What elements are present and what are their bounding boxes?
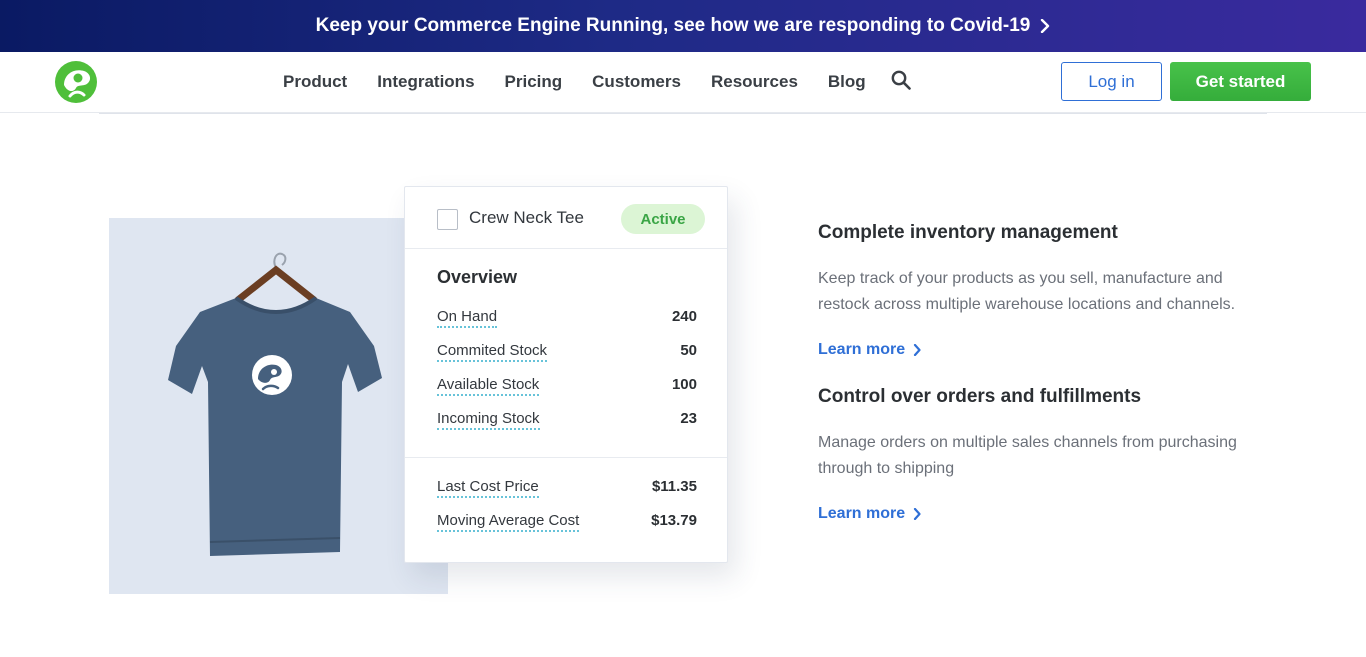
chevron-right-icon [914, 344, 921, 356]
cost-row-moving-average-cost: Moving Average Cost $13.79 [437, 512, 697, 534]
feature-title-orders: Control over orders and fulfillments [818, 386, 1142, 407]
card-header: Crew Neck Tee Active [405, 187, 727, 249]
overview-title: Overview [437, 267, 518, 287]
learn-more-orders-link[interactable]: Learn more [818, 505, 921, 523]
chevron-right-icon [1041, 19, 1050, 33]
stat-label[interactable]: Commited Stock [437, 342, 548, 362]
nav-link-integrations[interactable]: Integrations [377, 72, 474, 92]
stat-label[interactable]: Incoming Stock [437, 410, 540, 430]
feature-description-inventory: Keep track of your products as you sell,… [818, 270, 1236, 313]
feature-description-orders: Manage orders on multiple sales channels… [818, 434, 1237, 477]
learn-more-label: Learn more [818, 505, 906, 522]
learn-more-inventory-link[interactable]: Learn more [818, 341, 921, 359]
stat-value: 23 [680, 410, 697, 427]
cost-value: $11.35 [651, 478, 697, 495]
cost-label[interactable]: Last Cost Price [437, 478, 539, 498]
top-navigation: Product Integrations Pricing Customers R… [0, 52, 1366, 113]
stat-row-committed-stock: Commited Stock 50 [437, 342, 697, 364]
header-divider [99, 113, 1267, 114]
search-icon[interactable] [891, 70, 911, 90]
nav-links: Product Integrations Pricing Customers R… [283, 52, 896, 112]
stat-row-incoming-stock: Incoming Stock 23 [437, 410, 697, 432]
nav-link-resources[interactable]: Resources [711, 72, 798, 92]
stat-label[interactable]: Available Stock [437, 376, 540, 396]
nav-link-product[interactable]: Product [283, 72, 347, 92]
learn-more-label: Learn more [818, 341, 906, 358]
nav-link-blog[interactable]: Blog [828, 72, 866, 92]
chevron-right-icon [914, 508, 921, 520]
inventory-card: Crew Neck Tee Active Overview On Hand 24… [404, 186, 728, 563]
stat-row-on-hand: On Hand 240 [437, 308, 697, 330]
status-badge: Active [621, 204, 705, 234]
product-name: Crew Neck Tee [469, 208, 584, 227]
nav-link-pricing[interactable]: Pricing [505, 72, 563, 92]
card-divider [405, 457, 727, 458]
login-button[interactable]: Log in [1061, 62, 1162, 101]
cost-row-last-cost-price: Last Cost Price $11.35 [437, 478, 697, 500]
stat-value: 50 [680, 342, 697, 359]
feature-title-inventory: Complete inventory management [818, 222, 1118, 243]
product-image-panel [109, 218, 448, 594]
stat-label[interactable]: On Hand [437, 308, 498, 328]
brand-logo-icon[interactable] [54, 60, 98, 104]
tshirt-on-hanger-image [168, 252, 382, 556]
nav-link-customers[interactable]: Customers [592, 72, 681, 92]
cost-value: $13.79 [651, 512, 697, 529]
cost-label[interactable]: Moving Average Cost [437, 512, 580, 532]
get-started-button[interactable]: Get started [1170, 62, 1311, 101]
banner-text: Keep your Commerce Engine Running, see h… [315, 15, 1031, 36]
select-product-checkbox[interactable] [437, 209, 458, 230]
stat-value: 240 [671, 308, 697, 325]
covid-announcement-banner[interactable]: Keep your Commerce Engine Running, see h… [0, 0, 1366, 52]
stat-row-available-stock: Available Stock 100 [437, 376, 697, 398]
stat-value: 100 [671, 376, 697, 393]
